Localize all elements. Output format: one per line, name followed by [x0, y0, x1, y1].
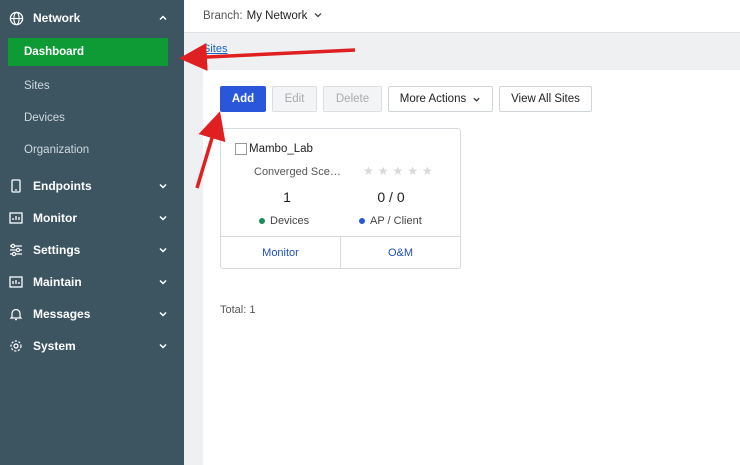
nav-network-label: Network — [33, 11, 81, 25]
nav-system-label: System — [33, 339, 76, 353]
nav-maintain-label: Maintain — [33, 275, 82, 289]
chevron-down-icon[interactable] — [158, 245, 168, 255]
nav-settings[interactable]: Settings — [0, 234, 184, 266]
site-name[interactable]: Mambo_Lab — [235, 143, 313, 155]
nav-messages-label: Messages — [33, 307, 91, 321]
add-button[interactable]: Add — [220, 86, 266, 112]
globe-icon — [8, 10, 24, 26]
devices-legend: Devices — [259, 215, 309, 227]
sidebar-item-sites[interactable]: Sites — [0, 70, 184, 102]
nav-monitor[interactable]: Monitor — [0, 202, 184, 234]
card-footer: Monitor O&M — [221, 236, 460, 268]
gear-icon — [8, 338, 24, 354]
chevron-down-icon[interactable] — [313, 10, 323, 23]
nav-messages[interactable]: Messages — [0, 298, 184, 330]
view-all-sites-button[interactable]: View All Sites — [499, 86, 592, 112]
more-actions-label: More Actions — [399, 93, 467, 105]
sidebar-item-organization[interactable]: Organization — [0, 134, 184, 166]
breadcrumb[interactable]: Sites — [203, 43, 227, 55]
chevron-down-icon[interactable] — [158, 213, 168, 223]
devices-label: Devices — [270, 215, 310, 227]
rating-stars: ★★★★★ — [363, 164, 437, 178]
sidebar-item-label: Sites — [24, 80, 50, 92]
chevron-down-icon[interactable] — [158, 277, 168, 287]
nav-endpoints-label: Endpoints — [33, 179, 92, 193]
ap-client-dot-icon — [359, 218, 365, 224]
branch-selector[interactable]: My Network — [247, 10, 308, 22]
toolbar: Add Edit Delete More Actions View All Si… — [220, 86, 598, 112]
branch-label: Branch: — [203, 10, 243, 22]
chevron-down-icon[interactable] — [158, 309, 168, 319]
site-scenario: Converged Scenario — [254, 166, 344, 178]
ap-client-legend: AP / Client — [359, 215, 422, 227]
total-count: Total: 1 — [220, 304, 256, 316]
edit-button[interactable]: Edit — [272, 86, 317, 112]
ap-client-label: AP / Client — [370, 215, 422, 227]
bell-icon — [8, 306, 24, 322]
sidebar: Network Dashboard Sites Devices Organiza… — [0, 0, 184, 465]
devices-dot-icon — [259, 218, 265, 224]
top-bar: Branch: My Network — [184, 0, 740, 33]
monitor-chart-icon — [8, 210, 24, 226]
site-card: Mambo_Lab Converged Scenario ★★★★★ 1 0 /… — [220, 128, 461, 269]
nav-endpoints[interactable]: Endpoints — [0, 170, 184, 202]
sidebar-item-label: Devices — [24, 112, 65, 124]
more-actions-button[interactable]: More Actions — [388, 86, 493, 112]
tablet-icon — [8, 178, 24, 194]
monitor-link[interactable]: Monitor — [221, 237, 340, 268]
nav-monitor-label: Monitor — [33, 211, 77, 225]
devices-count: 1 — [283, 189, 291, 205]
ap-client-count: 0 / 0 — [377, 189, 405, 205]
main-panel: Add Edit Delete More Actions View All Si… — [203, 70, 740, 465]
nav-maintain[interactable]: Maintain — [0, 266, 184, 298]
nav-settings-label: Settings — [33, 243, 81, 257]
nav-network[interactable]: Network — [0, 2, 184, 34]
sidebar-item-label: Organization — [24, 144, 90, 156]
network-submenu: Dashboard Sites Devices Organization — [0, 34, 184, 170]
chevron-down-icon[interactable] — [158, 341, 168, 351]
sidebar-item-label: Dashboard — [24, 46, 85, 58]
sliders-icon — [8, 242, 24, 258]
chevron-down-icon — [472, 95, 481, 104]
sidebar-item-dashboard[interactable]: Dashboard — [8, 38, 168, 66]
maintain-chart-icon — [8, 274, 24, 290]
delete-button[interactable]: Delete — [323, 86, 382, 112]
sidebar-item-devices[interactable]: Devices — [0, 102, 184, 134]
chevron-up-icon[interactable] — [158, 13, 168, 23]
chevron-down-icon[interactable] — [158, 181, 168, 191]
nav-system[interactable]: System — [0, 330, 184, 362]
om-link[interactable]: O&M — [340, 237, 460, 268]
